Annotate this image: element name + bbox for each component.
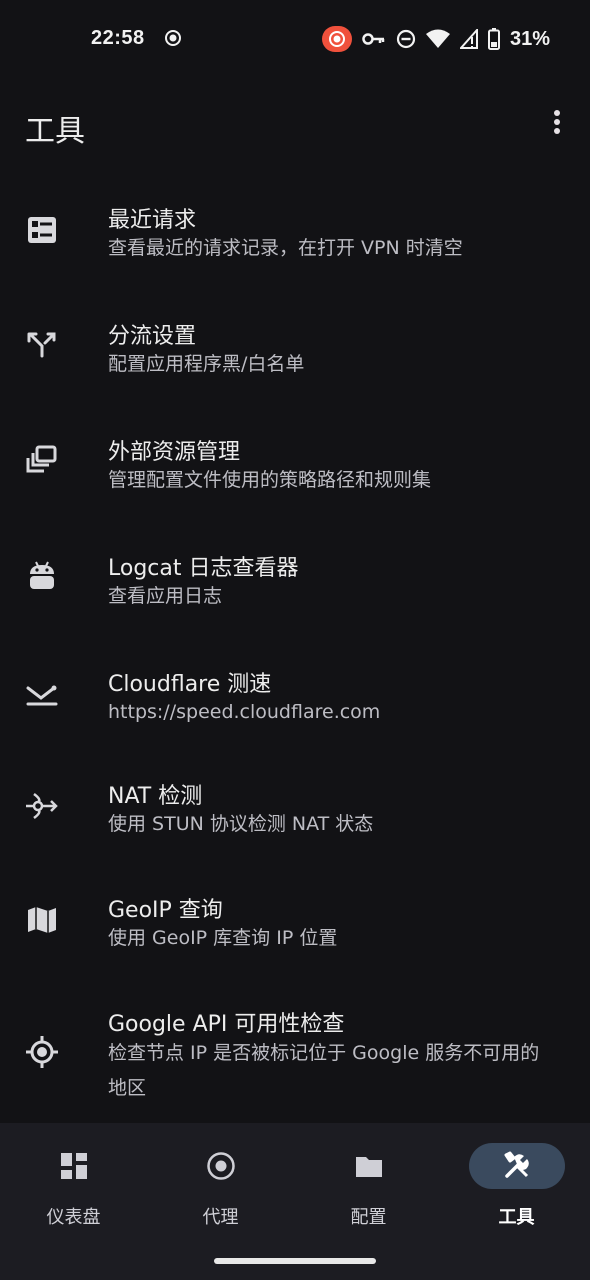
tools-icon xyxy=(504,1151,529,1178)
nav-item-config[interactable]: 配置 xyxy=(295,1123,442,1243)
gps-icon xyxy=(26,1036,58,1068)
item-subtitle: https://speed.cloudflare.com xyxy=(108,701,381,723)
nav-label: 代理 xyxy=(202,1207,239,1228)
list-item-external-resources[interactable]: 外部资源管理 管理配置文件使用的策略路径和规则集 xyxy=(0,418,590,522)
dashboard-icon xyxy=(60,1153,87,1179)
bottom-navigation: 仪表盘 代理 配置 工具 xyxy=(0,1123,590,1280)
list-item-logcat[interactable]: Logcat 日志查看器 查看应用日志 xyxy=(0,534,590,638)
nat-icon xyxy=(26,793,58,819)
top-app-bar: 工具 xyxy=(0,90,590,160)
item-title: Cloudflare 测速 xyxy=(108,672,272,697)
item-subtitle: 使用 STUN 协议检测 NAT 状态 xyxy=(108,813,374,835)
battery-percentage: 31% xyxy=(509,27,550,50)
do-not-disturb-icon xyxy=(396,29,416,49)
battery-icon xyxy=(487,28,500,50)
list-item-recent-requests[interactable]: 最近请求 查看最近的请求记录，在打开 VPN 时清空 xyxy=(0,186,590,290)
library-icon xyxy=(26,445,57,473)
item-title: Logcat 日志查看器 xyxy=(108,556,299,581)
status-bar: 22:58 31% xyxy=(0,0,590,78)
page-title: 工具 xyxy=(25,114,85,149)
nav-label: 工具 xyxy=(498,1207,535,1228)
screen-record-icon xyxy=(321,26,352,52)
more-vert-icon[interactable] xyxy=(542,108,572,138)
nav-item-tools[interactable]: 工具 xyxy=(443,1123,590,1243)
wifi-icon xyxy=(425,29,450,48)
speed-icon xyxy=(26,685,58,706)
proxy-icon xyxy=(206,1152,235,1180)
android-icon xyxy=(30,561,54,589)
list-item-split-settings[interactable]: 分流设置 配置应用程序黑/白名单 xyxy=(0,302,590,406)
screen-record-indicator-icon xyxy=(165,30,181,46)
vpn-key-icon xyxy=(362,33,385,45)
item-title: 最近请求 xyxy=(108,208,197,233)
item-subtitle: 查看最近的请求记录，在打开 VPN 时清空 xyxy=(108,237,463,259)
list-item-geoip-lookup[interactable]: GeoIP 查询 使用 GeoIP 库查询 IP 位置 xyxy=(0,882,590,986)
nav-item-proxy[interactable]: 代理 xyxy=(147,1123,294,1243)
status-icons: 31% xyxy=(321,26,550,52)
list-alt-icon xyxy=(28,217,56,243)
list-item-google-api-check[interactable]: Google API 可用性检查 检查节点 IP 是否被标记位于 Google … xyxy=(0,996,590,1114)
call-split-icon xyxy=(27,332,56,358)
nav-label: 仪表盘 xyxy=(46,1207,101,1228)
item-subtitle: 查看应用日志 xyxy=(108,585,223,607)
item-subtitle: 管理配置文件使用的策略路径和规则集 xyxy=(108,469,432,491)
item-title: 分流设置 xyxy=(108,324,197,349)
status-time: 22:58 xyxy=(91,27,145,49)
nav-item-dashboard[interactable]: 仪表盘 xyxy=(0,1123,147,1243)
list-item-cloudflare-speedtest[interactable]: Cloudflare 测速 https://speed.cloudflare.c… xyxy=(0,650,590,754)
item-subtitle: 检查节点 IP 是否被标记位于 Google 服务不可用的地区 xyxy=(108,1042,540,1099)
item-title: Google API 可用性检查 xyxy=(108,1012,345,1037)
item-title: NAT 检测 xyxy=(108,784,203,809)
item-subtitle: 使用 GeoIP 库查询 IP 位置 xyxy=(108,927,338,949)
nav-label: 配置 xyxy=(350,1207,387,1228)
item-title: GeoIP 查询 xyxy=(108,898,223,923)
item-title: 外部资源管理 xyxy=(108,440,241,465)
item-subtitle: 配置应用程序黑/白名单 xyxy=(108,353,305,375)
map-icon xyxy=(28,907,56,933)
gesture-handle[interactable] xyxy=(214,1258,376,1264)
list-item-nat-detection[interactable]: NAT 检测 使用 STUN 协议检测 NAT 状态 xyxy=(0,766,590,870)
folder-icon xyxy=(355,1157,382,1177)
signal-icon xyxy=(459,29,478,49)
